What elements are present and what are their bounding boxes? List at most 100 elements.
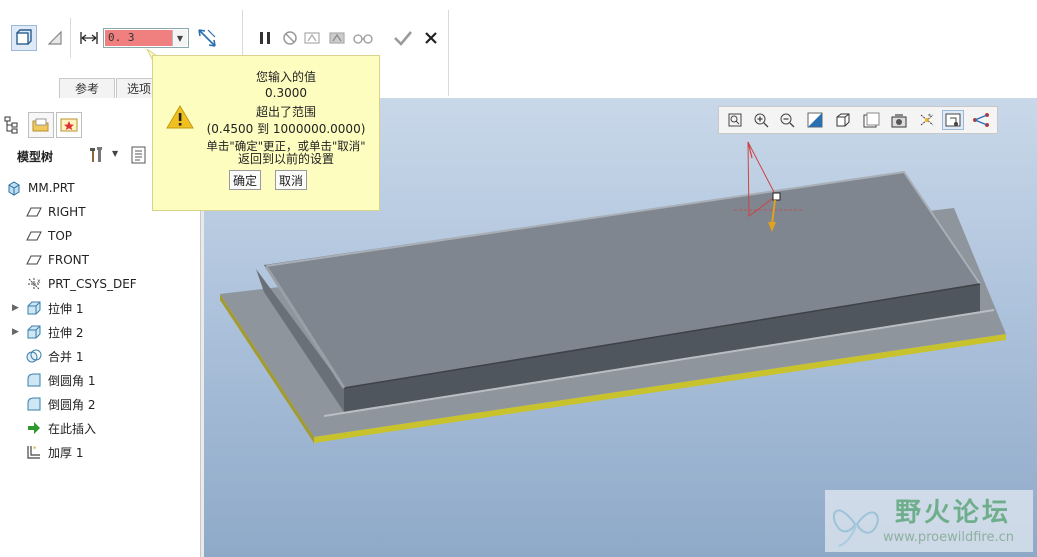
svg-text:*: * bbox=[928, 113, 931, 120]
csys-icon: x bbox=[26, 276, 42, 292]
tree-item-label: MM.PRT bbox=[28, 181, 75, 195]
tree-item-label: 拉伸 2 bbox=[48, 325, 84, 340]
favorites-star-icon bbox=[60, 118, 78, 132]
tree-item-label: TOP bbox=[48, 229, 73, 243]
checkmark-icon bbox=[394, 31, 412, 46]
tree-item-label: 倒圆角 2 bbox=[48, 397, 96, 412]
svg-text:x: x bbox=[37, 278, 41, 285]
refit-button[interactable] bbox=[724, 110, 746, 130]
zoom-out-icon bbox=[780, 113, 795, 128]
tree-item-label: 合并 1 bbox=[48, 349, 84, 364]
tree-item-front[interactable]: FRONT bbox=[26, 249, 89, 271]
expand-arrow-icon[interactable]: ▶ bbox=[12, 303, 20, 313]
repaint-button[interactable] bbox=[804, 110, 826, 130]
perspective-view-button[interactable] bbox=[888, 110, 910, 130]
annotation-display-button[interactable] bbox=[970, 110, 992, 130]
ok-button[interactable]: 确定 bbox=[229, 170, 261, 190]
tab-folder-browser[interactable] bbox=[28, 112, 54, 138]
remove-material-button[interactable] bbox=[42, 25, 68, 51]
extrude-icon bbox=[26, 324, 42, 340]
glasses-icon bbox=[353, 34, 373, 44]
insert-here-arrow-icon bbox=[26, 420, 42, 436]
solid-block-icon bbox=[16, 29, 32, 45]
pause-icon bbox=[260, 32, 270, 44]
merge-icon bbox=[26, 348, 42, 364]
verify-mode-button[interactable] bbox=[350, 25, 376, 51]
display-style-button[interactable] bbox=[942, 110, 964, 130]
round-icon bbox=[26, 396, 42, 412]
tree-item-csys[interactable]: x PRT_CSYS_DEF bbox=[26, 273, 137, 295]
attached-preview-icon bbox=[329, 32, 345, 44]
thickness-value-combobox[interactable]: 0. 3 ▼ bbox=[103, 28, 189, 48]
tree-item-round-2[interactable]: 倒圆角 2 bbox=[26, 393, 95, 415]
camera-icon bbox=[891, 114, 907, 128]
preview-button[interactable] bbox=[300, 25, 326, 51]
tree-item-right[interactable]: RIGHT bbox=[26, 201, 86, 223]
thicken-icon: * bbox=[26, 444, 42, 460]
attached-preview-button[interactable] bbox=[325, 25, 351, 51]
thickness-value-input[interactable]: 0. 3 bbox=[105, 30, 173, 46]
tree-item-insert-here[interactable]: 在此插入 bbox=[26, 417, 96, 439]
tree-item-merge-1[interactable]: 合并 1 bbox=[26, 345, 83, 367]
extrude-icon bbox=[26, 300, 42, 316]
zoom-in-button[interactable] bbox=[750, 110, 772, 130]
tree-item-extrude-2[interactable]: 拉伸 2 bbox=[26, 321, 83, 343]
datum-display-icon: * bbox=[920, 113, 934, 126]
watermark-url: www.proewildfire.cn bbox=[883, 530, 1014, 545]
expand-arrow-icon[interactable]: ▶ bbox=[12, 327, 20, 337]
datum-plane-icon bbox=[26, 204, 42, 220]
tree-item-label: 在此插入 bbox=[48, 421, 97, 436]
remove-material-icon bbox=[47, 30, 62, 45]
part-icon bbox=[6, 180, 22, 196]
cancel-button[interactable]: 取消 bbox=[275, 170, 307, 190]
svg-text:*: * bbox=[33, 445, 37, 453]
tree-settings-button[interactable] bbox=[86, 145, 108, 165]
tree-item-label: RIGHT bbox=[48, 205, 86, 219]
cancel-feature-button[interactable] bbox=[418, 25, 444, 51]
tree-item-label: PRT_CSYS_DEF bbox=[48, 277, 137, 291]
list-document-icon bbox=[131, 146, 146, 164]
tab-favorites[interactable] bbox=[56, 112, 82, 138]
popup-value: 0.3000 bbox=[265, 86, 307, 100]
no-preview-icon bbox=[283, 31, 297, 45]
zoom-in-icon bbox=[754, 113, 769, 128]
datum-display-button[interactable]: * bbox=[916, 110, 938, 130]
tab-references[interactable]: 参考 bbox=[59, 78, 115, 98]
refit-icon bbox=[728, 113, 742, 127]
butterfly-logo-icon bbox=[832, 509, 879, 547]
warning-icon bbox=[166, 105, 194, 129]
chevron-down-icon[interactable]: ▼ bbox=[112, 149, 118, 158]
tree-item-thicken-1[interactable]: * 加厚 1 bbox=[26, 441, 83, 463]
view-manager-icon bbox=[863, 112, 880, 128]
tree-item-label: 加厚 1 bbox=[48, 445, 84, 460]
popup-range: (0.4500 到 1000000.0000) bbox=[206, 122, 366, 136]
tree-item-top[interactable]: TOP bbox=[26, 225, 72, 247]
tree-item-extrude-1[interactable]: 拉伸 1 bbox=[26, 297, 83, 319]
tree-item-label: 倒圆角 1 bbox=[48, 373, 96, 388]
saved-orientations-button[interactable] bbox=[832, 110, 854, 130]
chevron-down-icon[interactable]: ▼ bbox=[172, 30, 187, 46]
model-tree-title: 模型树 bbox=[17, 150, 54, 164]
thickness-dimension-icon bbox=[76, 25, 102, 51]
tree-item-round-1[interactable]: 倒圆角 1 bbox=[26, 369, 95, 391]
popup-line: 您输入的值 bbox=[255, 70, 316, 84]
show-columns-button[interactable] bbox=[130, 145, 148, 165]
zoom-out-button[interactable] bbox=[776, 110, 798, 130]
flip-direction-button[interactable] bbox=[194, 25, 220, 51]
view-manager-button[interactable] bbox=[860, 110, 882, 130]
display-style-icon bbox=[945, 113, 961, 127]
pause-button[interactable] bbox=[252, 25, 278, 51]
view-toolbar: * bbox=[718, 106, 998, 134]
solid-thicken-button[interactable] bbox=[11, 25, 37, 51]
round-icon bbox=[26, 372, 42, 388]
model-tree-icon[interactable] bbox=[4, 116, 20, 134]
popup-line: 超出了范围 bbox=[255, 105, 316, 119]
tree-item-part[interactable]: MM.PRT bbox=[6, 177, 75, 199]
folder-icon bbox=[32, 118, 49, 132]
tree-item-label: FRONT bbox=[48, 253, 89, 267]
datum-plane-icon bbox=[26, 252, 42, 268]
value-out-of-range-popup: 您输入的值 0.3000 超出了范围 (0.4500 到 1000000.000… bbox=[152, 55, 380, 211]
apply-button[interactable] bbox=[390, 25, 416, 51]
watermark-title: 野火论坛 bbox=[895, 498, 1012, 528]
annotation-display-icon bbox=[973, 113, 989, 127]
